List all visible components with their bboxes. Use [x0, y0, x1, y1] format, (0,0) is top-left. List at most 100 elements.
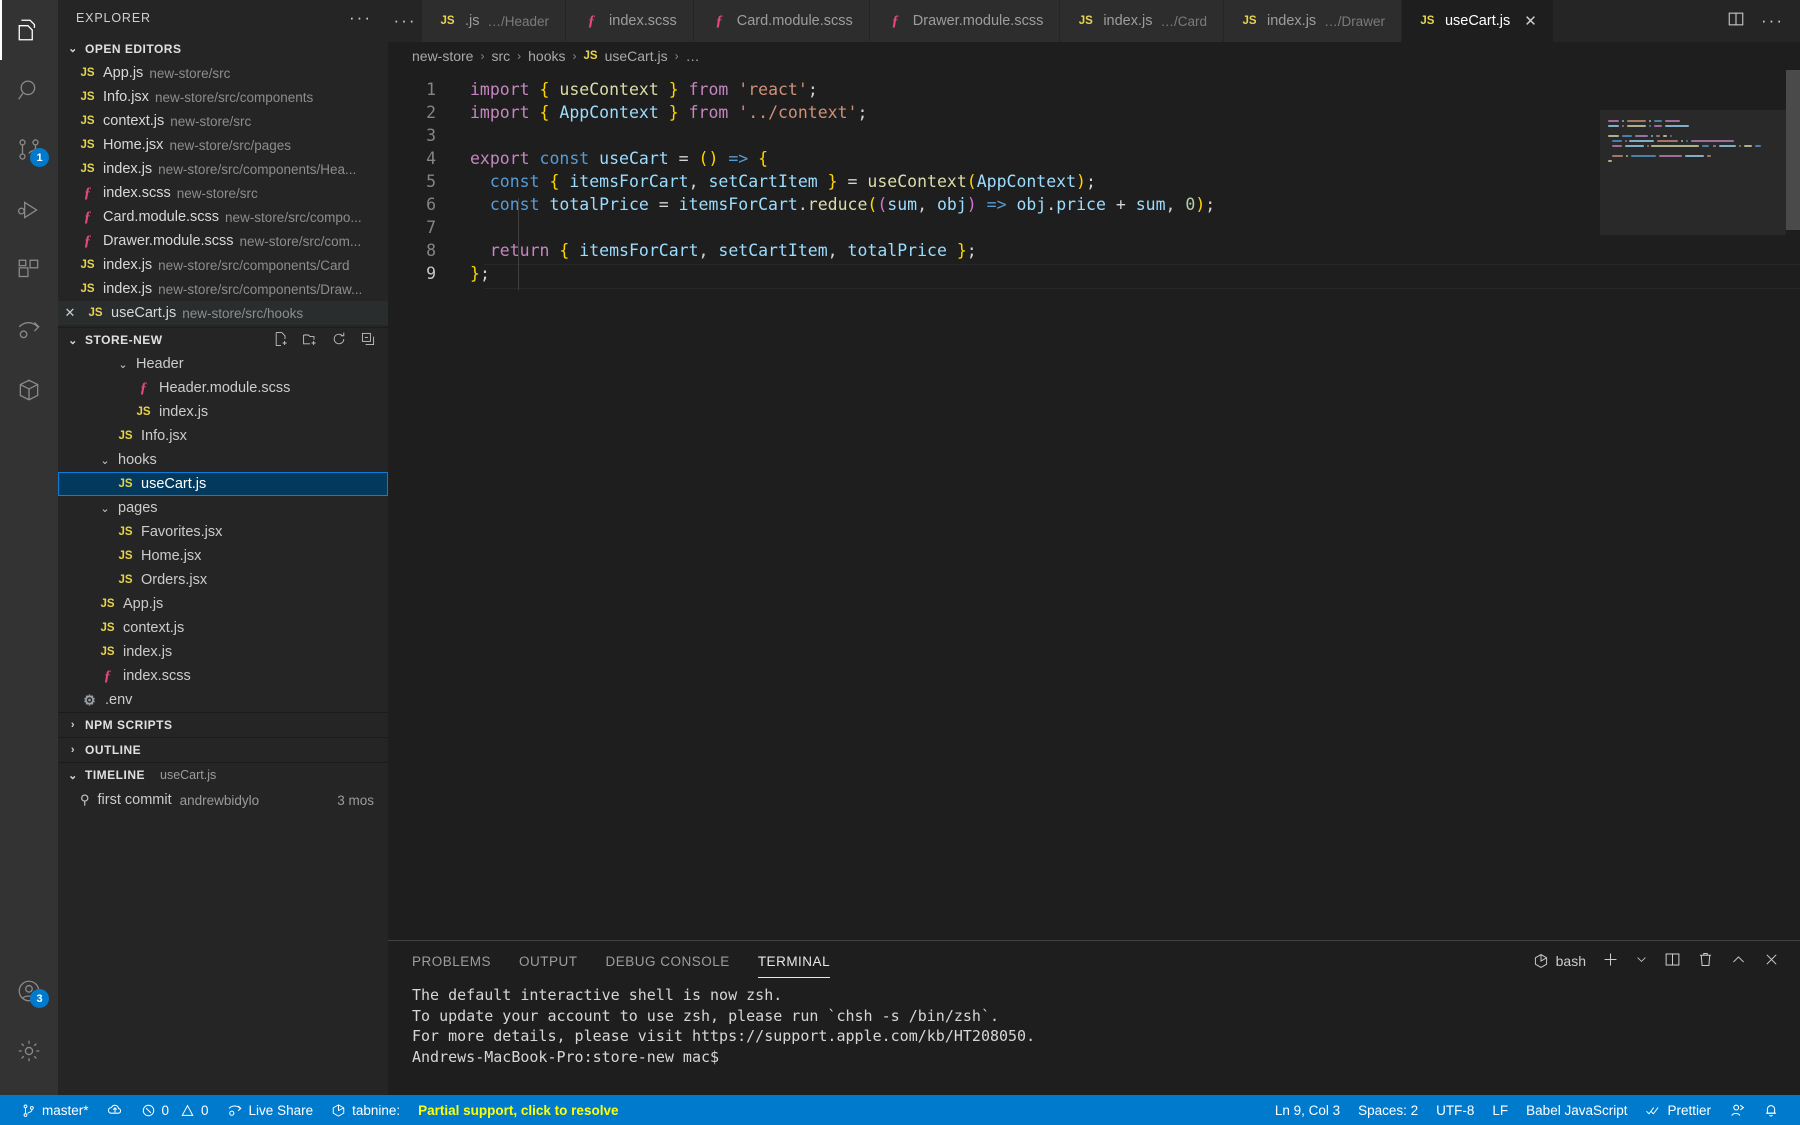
terminal-output[interactable]: The default interactive shell is now zsh…: [388, 981, 1800, 1095]
panel-tab[interactable]: TERMINAL: [757, 941, 831, 981]
tree-file[interactable]: JS useCart.js: [58, 472, 388, 496]
status-encoding[interactable]: UTF-8: [1427, 1095, 1483, 1125]
status-branch[interactable]: master*: [12, 1095, 98, 1125]
scrollbar-thumb[interactable]: [1786, 70, 1800, 230]
breadcrumb-part-1[interactable]: src: [491, 48, 510, 64]
open-editor-item[interactable]: ƒ Drawer.module.scss new-store/src/com...: [58, 229, 388, 253]
project-header[interactable]: ⌄ STORE-NEW: [58, 327, 388, 352]
status-tabnine[interactable]: tabnine:: [322, 1095, 409, 1125]
breadcrumb-symbol[interactable]: …: [686, 48, 700, 64]
tree-file[interactable]: JS Home.jsx: [58, 544, 388, 568]
open-editor-item[interactable]: ƒ Card.module.scss new-store/src/compo...: [58, 205, 388, 229]
panel-tab[interactable]: DEBUG CONSOLE: [606, 941, 730, 981]
source-control-icon[interactable]: 1: [0, 120, 58, 180]
search-icon[interactable]: [0, 60, 58, 120]
open-editor-item[interactable]: JS context.js new-store/src: [58, 109, 388, 133]
status-cursor-position[interactable]: Ln 9, Col 3: [1266, 1095, 1349, 1125]
open-editor-item[interactable]: JS index.js new-store/src/components/Card: [58, 253, 388, 277]
code-line[interactable]: 5 const { itemsForCart, setCartItem } = …: [388, 172, 1096, 191]
status-language-mode[interactable]: Babel JavaScript: [1517, 1095, 1636, 1125]
status-indentation[interactable]: Spaces: 2: [1349, 1095, 1427, 1125]
editor-tab[interactable]: ƒ index.scss: [566, 0, 694, 42]
status-eol[interactable]: LF: [1483, 1095, 1517, 1125]
manage-gear-icon[interactable]: [0, 1021, 58, 1081]
editor-tab[interactable]: JS .js …/Header: [422, 0, 567, 42]
tree-file[interactable]: ⚙ .env: [58, 688, 388, 712]
open-editor-item[interactable]: JS Home.jsx new-store/src/pages: [58, 133, 388, 157]
tree-file[interactable]: JS Orders.jsx: [58, 568, 388, 592]
open-editor-item[interactable]: JS index.js new-store/src/components/Draw.…: [58, 277, 388, 301]
terminal-shell-icon[interactable]: bash: [1533, 953, 1586, 969]
open-editors-header[interactable]: ⌄ OPEN EDITORS: [58, 36, 388, 61]
tabs-overflow-icon[interactable]: ···: [388, 0, 422, 42]
tree-file[interactable]: JS Info.jsx: [58, 424, 388, 448]
editor-tab[interactable]: JS useCart.js ✕: [1401, 0, 1554, 42]
timeline-entry[interactable]: ⚲ first commit andrewbidylo 3 mos: [58, 787, 388, 813]
close-icon[interactable]: ✕: [1524, 12, 1537, 30]
code-surface[interactable]: 1 import { useContext } from 'react'; 2 im…: [388, 70, 1800, 940]
feedback-icon[interactable]: [1720, 1095, 1754, 1125]
code-line[interactable]: 7: [388, 218, 470, 237]
live-share-icon[interactable]: [0, 300, 58, 360]
status-tabnine-message[interactable]: Partial support, click to resolve: [409, 1095, 627, 1125]
open-editor-item[interactable]: JS Info.jsx new-store/src/components: [58, 85, 388, 109]
breadcrumb-part-2[interactable]: hooks: [528, 48, 565, 64]
code-line[interactable]: 4 export const useCart = () => {: [388, 149, 768, 168]
code-line[interactable]: 8 return { itemsForCart, setCartItem, to…: [388, 241, 977, 260]
source-code[interactable]: 1 import { useContext } from 'react'; 2 im…: [388, 70, 1800, 285]
tree-folder[interactable]: ⌄ hooks: [58, 448, 388, 472]
status-problems[interactable]: 0 0: [132, 1095, 218, 1125]
outline-header[interactable]: › OUTLINE: [58, 737, 388, 762]
new-terminal-icon[interactable]: [1602, 951, 1619, 971]
more-actions-icon[interactable]: ···: [1761, 12, 1784, 29]
editor-tab[interactable]: JS index.js …/Card: [1060, 0, 1225, 42]
panel-tab[interactable]: OUTPUT: [519, 941, 578, 981]
tree-file[interactable]: JS context.js: [58, 616, 388, 640]
new-file-icon[interactable]: [273, 331, 289, 350]
refresh-icon[interactable]: [331, 331, 347, 350]
minimap-slider[interactable]: [1600, 110, 1786, 235]
editor-tab[interactable]: JS index.js …/Drawer: [1224, 0, 1402, 42]
maximize-panel-icon[interactable]: [1730, 951, 1747, 971]
code-line[interactable]: 1 import { useContext } from 'react';: [388, 80, 818, 99]
tree-file[interactable]: JS App.js: [58, 592, 388, 616]
open-editor-item[interactable]: JS index.js new-store/src/components/Hea..…: [58, 157, 388, 181]
code-line[interactable]: 9};: [388, 264, 490, 283]
sidebar-more-icon[interactable]: ···: [349, 9, 372, 26]
panel-tab[interactable]: PROBLEMS: [412, 941, 491, 981]
code-editor[interactable]: 1 import { useContext } from 'react'; 2 im…: [388, 70, 1800, 940]
breadcrumb-file[interactable]: useCart.js: [605, 48, 668, 64]
bell-icon[interactable]: [1754, 1095, 1788, 1125]
status-sync[interactable]: [98, 1095, 132, 1125]
accounts-icon[interactable]: 3: [0, 961, 58, 1021]
open-editor-item[interactable]: JS App.js new-store/src: [58, 61, 388, 85]
open-editor-item[interactable]: ✕ JS useCart.js new-store/src/hooks: [58, 301, 388, 325]
status-live-share[interactable]: Live Share: [218, 1095, 323, 1125]
npm-scripts-header[interactable]: › NPM SCRIPTS: [58, 712, 388, 737]
extensions-icon[interactable]: [0, 240, 58, 300]
tree-file[interactable]: JS Favorites.jsx: [58, 520, 388, 544]
tree-file[interactable]: JS index.js: [58, 640, 388, 664]
collapse-all-icon[interactable]: [360, 331, 376, 350]
kill-terminal-icon[interactable]: [1697, 951, 1714, 971]
explorer-icon[interactable]: [0, 0, 58, 60]
new-folder-icon[interactable]: [302, 331, 318, 350]
split-terminal-icon[interactable]: [1664, 951, 1681, 971]
editor-tab[interactable]: ƒ Card.module.scss: [693, 0, 870, 42]
tree-file[interactable]: JS index.js: [58, 400, 388, 424]
editor-scrollbar[interactable]: [1786, 70, 1800, 940]
code-line[interactable]: 6 const totalPrice = itemsForCart.reduce…: [388, 195, 1215, 214]
run-and-debug-icon[interactable]: [0, 180, 58, 240]
tree-folder[interactable]: ⌄ Header: [58, 352, 388, 376]
open-editor-item[interactable]: ƒ index.scss new-store/src: [58, 181, 388, 205]
status-prettier[interactable]: Prettier: [1636, 1095, 1720, 1125]
tree-file[interactable]: ƒ index.scss: [58, 664, 388, 688]
close-icon[interactable]: ✕: [60, 305, 80, 321]
editor-tab[interactable]: ƒ Drawer.module.scss: [869, 0, 1061, 42]
terminal-dropdown-icon[interactable]: [1635, 953, 1648, 969]
breadcrumb-part-0[interactable]: new-store: [412, 48, 473, 64]
timeline-header[interactable]: ⌄ TIMELINE useCart.js: [58, 762, 388, 787]
tree-file[interactable]: ƒ Header.module.scss: [58, 376, 388, 400]
code-line[interactable]: 2 import { AppContext } from '../context'…: [388, 103, 867, 122]
tree-folder[interactable]: ⌄ pages: [58, 496, 388, 520]
